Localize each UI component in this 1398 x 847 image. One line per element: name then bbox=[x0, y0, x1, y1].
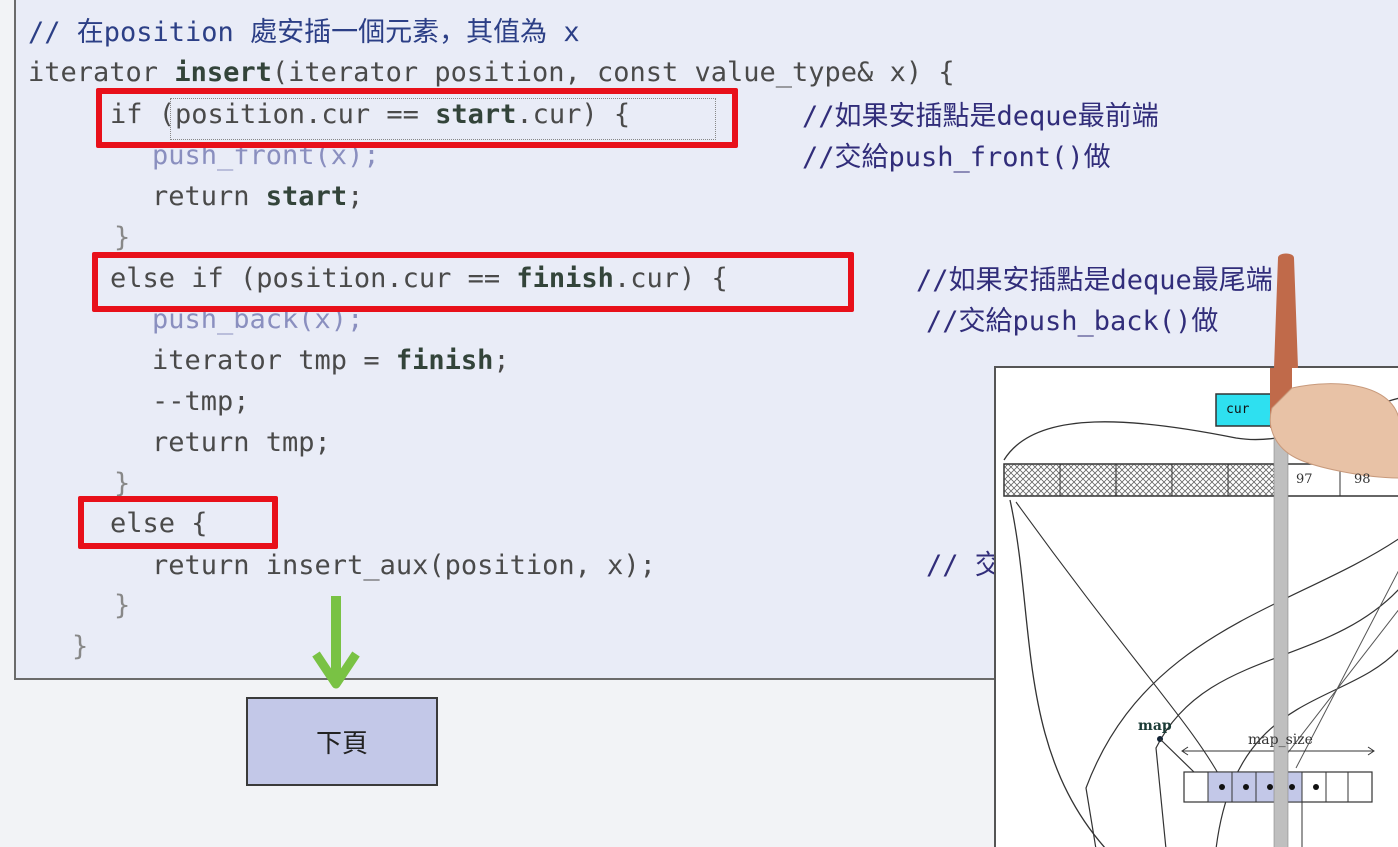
sig-post: (iterator position, const value_type& x)… bbox=[271, 57, 955, 88]
pointer-stick bbox=[1274, 253, 1298, 368]
return-start-pre: return bbox=[152, 181, 266, 212]
close-brace-1: } bbox=[114, 222, 131, 253]
map-size-label: map_size bbox=[1248, 732, 1313, 748]
buffer-value-98: 98 bbox=[1354, 472, 1371, 487]
comment-back-2: //交給push_back()做 bbox=[926, 306, 1219, 337]
return-start-post: ; bbox=[347, 181, 364, 212]
next-page-label: 下頁 bbox=[315, 729, 368, 759]
iterator-tmp-line: iterator tmp = finish; bbox=[152, 344, 510, 378]
sig-pre: iterator bbox=[28, 57, 175, 88]
deque-diagram: cur 97 98 map map_size bbox=[994, 366, 1398, 847]
map-label: map bbox=[1138, 718, 1172, 734]
buffer-value-97: 97 bbox=[1296, 472, 1313, 487]
close-brace-4: } bbox=[72, 631, 89, 662]
tmp-kw-finish: finish bbox=[395, 345, 494, 376]
function-signature: iterator insert(iterator position, const… bbox=[28, 56, 955, 90]
sig-fn-name: insert bbox=[174, 57, 272, 88]
down-arrow-icon bbox=[312, 596, 360, 689]
return-start-kw: start bbox=[265, 181, 348, 212]
deque-diagram-drawing bbox=[1003, 368, 1398, 847]
close-brace-3: } bbox=[114, 590, 131, 621]
return-start-line: return start; bbox=[152, 180, 363, 214]
highlight-else bbox=[78, 496, 278, 549]
comment-front-2: //交給push_front()做 bbox=[802, 142, 1111, 173]
comment-back-1: //如果安插點是deque最尾端 bbox=[916, 265, 1273, 296]
tmp-post: ; bbox=[493, 345, 510, 376]
decrement-tmp: --tmp; bbox=[152, 386, 250, 417]
cur-label: cur bbox=[1226, 402, 1250, 417]
return-tmp: return tmp; bbox=[152, 427, 331, 458]
header-comment: // 在position 處安插一個元素，其值為 x bbox=[28, 17, 580, 48]
return-insert-aux: return insert_aux(position, x); bbox=[152, 550, 656, 581]
next-page-button[interactable]: 下頁 bbox=[246, 697, 438, 786]
highlight-else-if-finish bbox=[92, 252, 854, 312]
tmp-pre: iterator tmp = bbox=[152, 345, 396, 376]
comment-front-1: //如果安插點是deque最前端 bbox=[802, 101, 1159, 132]
highlight-if-start bbox=[96, 88, 738, 148]
comment-aux: // 交 bbox=[926, 550, 1002, 581]
